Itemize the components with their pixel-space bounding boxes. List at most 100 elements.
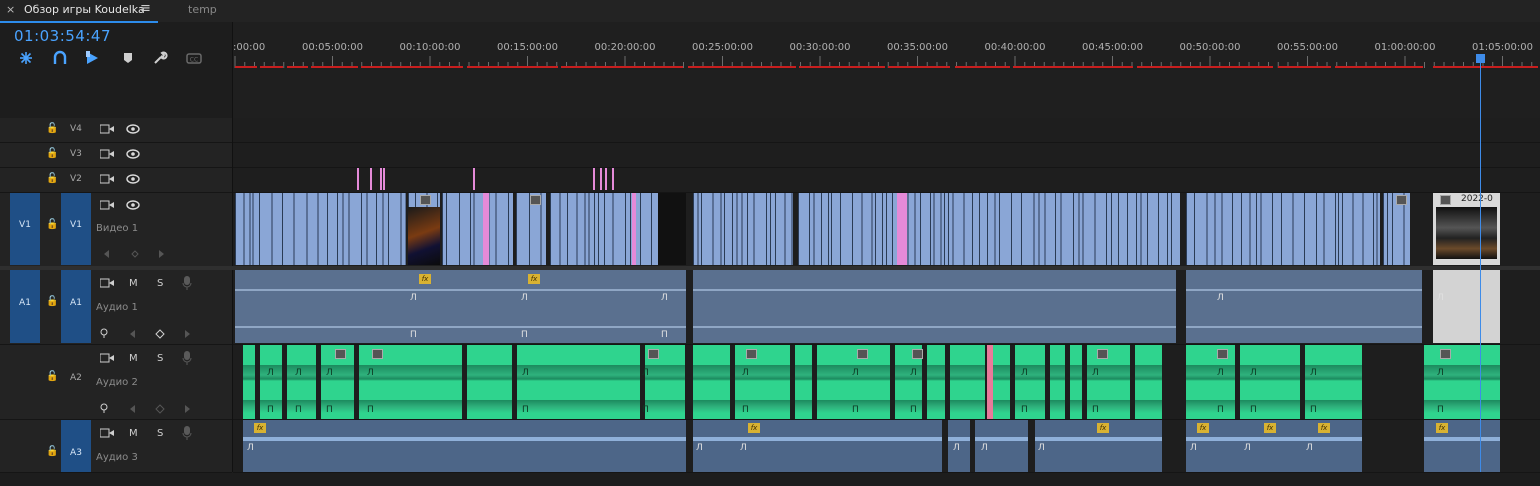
- v1-pink-segment: [897, 193, 907, 265]
- audio-channel-mark: П: [852, 405, 859, 415]
- audio-gap: [1130, 345, 1135, 419]
- audio-channel-mark: П: [267, 405, 274, 415]
- playhead-handle[interactable]: [1476, 54, 1485, 63]
- audio-channel-mark: П: [642, 405, 649, 415]
- audio-gap: [282, 345, 287, 419]
- audio-channel-mark: Л: [295, 368, 302, 378]
- v2-marker-clip: [357, 168, 359, 190]
- v2-marker-clip: [473, 168, 475, 190]
- audio-channel-mark: Л: [267, 368, 274, 378]
- audio-channel-mark: П: [410, 330, 417, 340]
- fx-badge-icon: fx: [528, 274, 540, 284]
- video-clip[interactable]: [442, 193, 513, 265]
- audio-channel-mark: Л: [1190, 443, 1197, 453]
- v1-pink-segment: [632, 193, 636, 265]
- fx-badge-icon: [530, 195, 541, 205]
- clip-label: 2022-0: [1461, 194, 1493, 204]
- audio-channel-mark: Л: [522, 368, 529, 378]
- v1-pink-segment: [483, 193, 489, 265]
- audio-gap: [790, 345, 795, 419]
- v2-marker-clip: [600, 168, 602, 190]
- fx-badge-icon: [372, 349, 383, 359]
- audio-channel-mark: Л: [326, 368, 333, 378]
- audio-channel-mark: Л: [367, 368, 374, 378]
- video-clip[interactable]: [798, 193, 1180, 265]
- audio-clip[interactable]: [1424, 345, 1500, 419]
- audio-gap: [730, 345, 735, 419]
- audio-clip[interactable]: [1186, 270, 1422, 343]
- audio-channel-mark: П: [910, 405, 917, 415]
- audio-channel-mark: П: [521, 330, 528, 340]
- fx-badge-icon: [335, 349, 346, 359]
- v2-marker-clip: [380, 168, 382, 190]
- audio-gap: [255, 345, 260, 419]
- v2-marker-clip: [605, 168, 607, 190]
- fx-badge-icon: fx: [1318, 423, 1330, 433]
- fx-badge-icon: [1440, 195, 1451, 205]
- fx-badge-icon: [648, 349, 659, 359]
- audio-gap: [812, 345, 817, 419]
- audio-clip[interactable]: [235, 270, 686, 343]
- audio-channel-mark: Л: [910, 368, 917, 378]
- audio-gap: [1300, 345, 1305, 419]
- video-gap: [658, 193, 686, 265]
- audio-channel-mark: Л: [852, 368, 859, 378]
- fx-badge-icon: fx: [1264, 423, 1276, 433]
- v2-marker-clip: [370, 168, 372, 190]
- audio-channel-mark: Л: [521, 293, 528, 303]
- audio-gap: [1010, 345, 1015, 419]
- audio-clip[interactable]: [243, 420, 686, 472]
- audio-channel-mark: Л: [742, 368, 749, 378]
- audio-gap: [1045, 345, 1050, 419]
- fx-badge-icon: [1217, 349, 1228, 359]
- fx-badge-icon: [1440, 349, 1451, 359]
- audio-channel-mark: Л: [1244, 443, 1251, 453]
- audio-gap: [512, 345, 517, 419]
- audio-clip[interactable]: [1186, 345, 1362, 419]
- audio-channel-mark: П: [1310, 405, 1317, 415]
- audio-clip[interactable]: [693, 270, 1176, 343]
- fx-badge-icon: fx: [419, 274, 431, 284]
- audio-gap: [316, 345, 321, 419]
- audio-channel-mark: Л: [410, 293, 417, 303]
- fx-badge-icon: [912, 349, 923, 359]
- audio-channel-mark: Л: [661, 293, 668, 303]
- playhead[interactable]: [1480, 58, 1481, 472]
- video-clip[interactable]: [1186, 193, 1380, 265]
- audio-channel-mark: Л: [1437, 368, 1444, 378]
- audio-channel-mark: Л: [1306, 443, 1313, 453]
- audio-channel-mark: Л: [953, 443, 960, 453]
- timeline-clips: 2022-0 fx fx Л Л Л Л Л П П П Л Л Л Л Л Л Л Л Л Л Л Л Л Л Л П П П П П П П…: [0, 0, 1540, 472]
- audio-channel-mark: Л: [1310, 368, 1317, 378]
- audio-gap: [354, 345, 359, 419]
- fx-badge-icon: fx: [1436, 423, 1448, 433]
- audio-clip-last[interactable]: [1433, 270, 1500, 343]
- video-clip[interactable]: [550, 193, 658, 265]
- audio-channel-mark: П: [522, 405, 529, 415]
- audio-gap: [1235, 345, 1240, 419]
- fx-badge-icon: [746, 349, 757, 359]
- audio-pink-segment: [987, 345, 993, 419]
- v2-marker-clip: [612, 168, 614, 190]
- audio-channel-mark: Л: [696, 443, 703, 453]
- audio-gap: [462, 345, 467, 419]
- v2-marker-clip: [593, 168, 595, 190]
- fx-badge-icon: fx: [1097, 423, 1109, 433]
- fx-badge-icon: [857, 349, 868, 359]
- audio-channel-mark: П: [295, 405, 302, 415]
- audio-gap: [890, 345, 895, 419]
- video-clip[interactable]: [235, 193, 406, 265]
- fx-badge-icon: [1396, 195, 1407, 205]
- audio-gap: [1082, 345, 1087, 419]
- audio-channel-mark: Л: [740, 443, 747, 453]
- audio-channel-mark: Л: [1217, 293, 1224, 303]
- audio-clip[interactable]: [693, 420, 942, 472]
- audio-channel-mark: П: [367, 405, 374, 415]
- fx-badge-icon: fx: [254, 423, 266, 433]
- fx-badge-icon: [420, 195, 431, 205]
- audio-gap: [1065, 345, 1070, 419]
- audio-channel-mark: Л: [981, 443, 988, 453]
- audio-channel-mark: Л: [247, 443, 254, 453]
- audio-channel-mark: П: [1250, 405, 1257, 415]
- video-clip[interactable]: [693, 193, 793, 265]
